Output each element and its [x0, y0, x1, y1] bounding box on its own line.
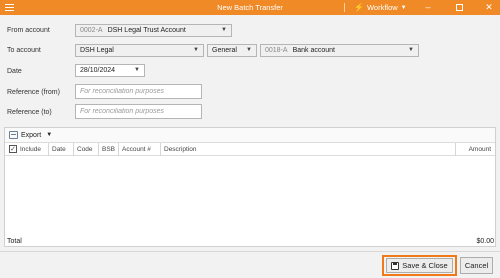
- chevron-down-icon: ▼: [221, 27, 227, 33]
- grid-header: ✓ Include Date Code BSB Account # Descri…: [5, 142, 495, 156]
- grid-toolbar: Export ▼: [5, 128, 495, 143]
- cancel-button[interactable]: Cancel: [460, 257, 493, 274]
- column-header-include[interactable]: ✓ Include: [5, 142, 49, 156]
- to-account-bank-select[interactable]: 0018-A Bank account ▼: [260, 44, 419, 57]
- reference-from-input[interactable]: [80, 88, 201, 95]
- minimize-button[interactable]: –: [421, 1, 435, 14]
- date-label: Date: [7, 68, 22, 75]
- to-account-type-select[interactable]: General ▼: [207, 44, 257, 57]
- date-value: 28/10/2024: [80, 67, 116, 74]
- to-account-type: General: [212, 47, 237, 54]
- date-picker[interactable]: 28/10/2024 ▼: [75, 64, 145, 77]
- column-header-code[interactable]: Code: [74, 142, 99, 156]
- total-row: Total $0.00: [4, 236, 496, 247]
- chevron-down-icon: ▼: [400, 4, 407, 11]
- title-separator: [344, 3, 345, 12]
- from-account-name: DSH Legal Trust Account: [107, 27, 186, 34]
- to-account-matter-select[interactable]: DSH Legal ▼: [75, 44, 204, 57]
- column-header-account[interactable]: Account #: [119, 142, 161, 156]
- to-account-code: 0018-A: [265, 47, 288, 54]
- reference-to-input[interactable]: [80, 108, 201, 115]
- from-account-code: 0002-A: [80, 27, 103, 34]
- chevron-down-icon: ▼: [246, 47, 252, 53]
- column-header-amount[interactable]: Amount: [455, 142, 495, 156]
- title-bar: New Batch Transfer ⚡ Workflow ▼ – ✕: [0, 0, 500, 15]
- chevron-down-icon: ▼: [46, 132, 53, 138]
- reference-to-field[interactable]: [75, 104, 202, 119]
- workflow-label: Workflow: [366, 3, 398, 12]
- include-label: Include: [20, 145, 41, 153]
- column-header-date[interactable]: Date: [49, 142, 74, 156]
- workflow-menu-button[interactable]: ⚡ Workflow ▼: [354, 2, 407, 13]
- column-header-bsb[interactable]: BSB: [99, 142, 119, 156]
- column-header-description[interactable]: Description: [161, 143, 455, 156]
- transfer-grid: Export ▼ ✓ Include Date Code BSB Account…: [4, 127, 496, 247]
- chevron-down-icon: ▼: [408, 47, 414, 53]
- export-button[interactable]: Export ▼: [9, 131, 52, 139]
- export-icon: [9, 131, 18, 139]
- maximize-button[interactable]: [452, 1, 466, 14]
- from-account-label: From account: [7, 27, 50, 34]
- calendar-dropdown-icon[interactable]: ▼: [134, 67, 140, 73]
- to-account-name: Bank account: [292, 47, 335, 54]
- save-close-label: Save & Close: [402, 261, 448, 270]
- reference-to-label: Reference (to): [7, 109, 52, 116]
- total-label: Total: [7, 238, 22, 245]
- save-disk-icon: [391, 261, 400, 270]
- maximize-icon: [455, 4, 463, 12]
- save-close-button[interactable]: Save & Close: [382, 255, 457, 276]
- include-all-checkbox[interactable]: ✓: [9, 145, 17, 153]
- workflow-icon: ⚡: [354, 3, 364, 12]
- to-account-matter: DSH Legal: [80, 47, 114, 54]
- from-account-select[interactable]: 0002-A DSH Legal Trust Account ▼: [75, 24, 232, 37]
- total-value: $0.00: [476, 238, 494, 245]
- to-account-label: To account: [7, 47, 41, 54]
- export-label: Export: [21, 131, 42, 139]
- close-button[interactable]: ✕: [482, 1, 496, 14]
- footer-divider: [0, 251, 500, 252]
- reference-from-label: Reference (from): [7, 89, 60, 96]
- reference-from-field[interactable]: [75, 84, 202, 99]
- chevron-down-icon: ▼: [193, 47, 199, 53]
